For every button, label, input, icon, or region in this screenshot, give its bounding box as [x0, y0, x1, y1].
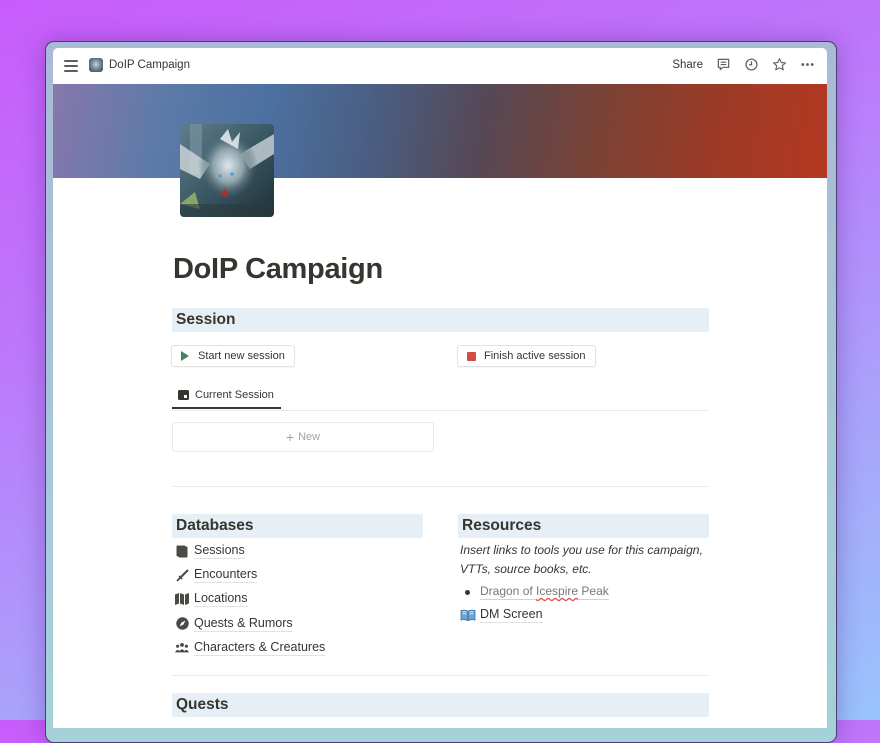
new-item-label: New	[298, 431, 321, 443]
page-icon-dragon[interactable]	[180, 124, 274, 217]
bullet-icon	[465, 589, 470, 595]
page-title: DoIP Campaign	[173, 253, 383, 285]
plus-icon: +	[285, 429, 295, 445]
resources-column: Resources Insert links to tools you use …	[458, 514, 709, 626]
database-link-quests-rumors[interactable]: Quests & Rumors	[172, 612, 423, 636]
share-button[interactable]: Share	[672, 59, 703, 71]
resources-description: Insert links to tools you use for this c…	[460, 543, 703, 576]
top-bar: DoIP Campaign Share	[53, 48, 827, 84]
database-link-locations[interactable]: Locations	[172, 587, 423, 611]
start-new-session-label: Start new session	[198, 350, 285, 362]
start-new-session-button[interactable]: Start new session	[171, 345, 295, 367]
dm-screen-link[interactable]: DM Screen	[458, 604, 709, 626]
compass-icon	[175, 617, 189, 631]
divider	[172, 675, 709, 676]
people-icon	[175, 641, 189, 655]
session-heading: Session	[172, 308, 709, 332]
clock-history-icon[interactable]	[744, 57, 759, 72]
breadcrumb[interactable]: DoIP Campaign	[89, 58, 190, 72]
sword-icon	[175, 568, 189, 582]
sidebar-toggle-icon[interactable]	[64, 60, 78, 72]
resources-heading: Resources	[458, 514, 709, 538]
play-icon	[181, 351, 189, 361]
quests-section: Quests	[172, 693, 709, 717]
resource-link-dragon-of-icespire-peak[interactable]: Dragon of Icespire Peak	[480, 584, 609, 600]
top-actions: Share	[672, 57, 815, 72]
databases-column: Databases Sessions Encounters Locations	[172, 514, 423, 660]
page-cover[interactable]	[53, 84, 827, 178]
stop-icon	[467, 351, 476, 361]
finish-active-session-label: Finish active session	[484, 350, 586, 362]
comment-icon[interactable]	[716, 57, 731, 72]
database-view-tabs: Current Session	[172, 382, 709, 411]
calendar-icon	[178, 389, 189, 400]
page-thumbnail-icon	[89, 58, 103, 72]
divider	[172, 486, 709, 487]
breadcrumb-title: DoIP Campaign	[109, 59, 190, 71]
star-icon[interactable]	[772, 57, 787, 72]
resource-list-item: Dragon of Icespire Peak	[458, 580, 709, 604]
tab-current-session[interactable]: Current Session	[172, 382, 281, 409]
book-icon	[175, 544, 189, 558]
dragon-image	[180, 124, 274, 217]
notion-window: DoIP Campaign Share DoIP Campaign Sessio…	[53, 48, 827, 728]
open-book-icon	[460, 609, 476, 621]
database-link-encounters[interactable]: Encounters	[172, 563, 423, 587]
new-item-button[interactable]: + New	[172, 422, 434, 452]
tab-current-session-label: Current Session	[195, 388, 274, 401]
database-link-characters-creatures[interactable]: Characters & Creatures	[172, 636, 423, 660]
map-icon	[175, 592, 189, 606]
more-icon[interactable]	[800, 57, 815, 72]
quests-heading: Quests	[172, 693, 709, 717]
database-link-sessions[interactable]: Sessions	[172, 539, 423, 563]
databases-heading: Databases	[172, 514, 423, 538]
finish-active-session-button[interactable]: Finish active session	[457, 345, 596, 367]
misspelled-word: Icespire	[536, 584, 579, 598]
session-section: Session	[172, 308, 709, 332]
